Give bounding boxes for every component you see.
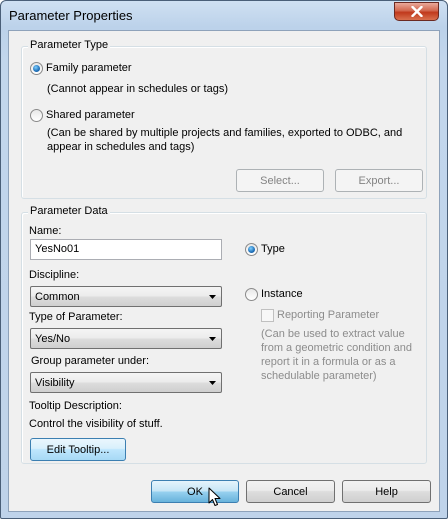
reporting-parameter-checkbox[interactable] [261,309,274,322]
family-parameter-description: (Cannot appear in schedules or tags) [47,83,228,95]
window-title: Parameter Properties [9,8,133,23]
discipline-label: Discipline: [29,269,80,281]
dialog-client-area: Parameter Type Family parameter (Cannot … [8,30,440,512]
title-bar[interactable]: Parameter Properties [1,1,447,30]
shared-parameter-description-line1: (Can be shared by multiple projects and … [47,127,403,139]
ok-button[interactable]: OK [151,480,239,503]
chevron-down-icon [209,337,216,341]
help-button-label: Help [375,485,398,498]
parameter-properties-dialog: Parameter Properties Parameter Type Fami… [0,0,448,519]
group-parameter-under-label: Group parameter under: [31,355,150,367]
shared-parameter-description-line2: appear in schedules and tags) [47,141,195,153]
parameter-data-group-label: Parameter Data [28,205,110,217]
reporting-parameter-description-line3: report it in a formula or as a [261,356,396,368]
reporting-parameter-label[interactable]: Reporting Parameter [277,309,379,321]
reporting-parameter-description-line2: from a geometric condition and [261,342,413,354]
cancel-button[interactable]: Cancel [246,480,335,503]
name-input-value: YesNo01 [35,243,80,255]
select-button-label: Select... [260,174,300,187]
chevron-down-icon [209,295,216,299]
type-of-parameter-value: Yes/No [35,333,71,345]
cancel-button-label: Cancel [273,485,308,498]
group-parameter-under-value: Visibility [35,377,75,389]
mouse-pointer-icon [208,487,221,506]
group-parameter-under-dropdown[interactable]: Visibility [30,372,222,393]
shared-parameter-label[interactable]: Shared parameter [46,109,135,121]
discipline-value: Common [35,291,80,303]
export-button[interactable]: Export... [335,169,423,192]
instance-radio[interactable] [245,288,258,301]
select-button[interactable]: Select... [236,169,324,192]
instance-radio-label[interactable]: Instance [261,288,303,300]
type-of-parameter-dropdown[interactable]: Yes/No [30,328,222,349]
family-parameter-radio[interactable] [30,62,43,75]
reporting-parameter-description-line1: (Can be used to extract value [261,328,405,340]
name-input[interactable]: YesNo01 [30,239,222,260]
name-label: Name: [29,225,62,237]
type-radio[interactable] [245,243,258,256]
close-button[interactable] [394,2,439,21]
discipline-dropdown[interactable]: Common [30,286,222,307]
parameter-type-group-label: Parameter Type [28,39,111,51]
ok-button-label: OK [187,485,203,498]
family-parameter-label[interactable]: Family parameter [46,62,132,74]
edit-tooltip-button-label: Edit Tooltip... [46,443,110,456]
tooltip-description-label: Tooltip Description: [29,400,122,412]
type-of-parameter-label: Type of Parameter: [29,311,123,323]
edit-tooltip-button[interactable]: Edit Tooltip... [30,438,126,461]
help-button[interactable]: Help [342,480,431,503]
reporting-parameter-description-line4: schedulable parameter) [261,370,377,382]
export-button-label: Export... [358,174,400,187]
type-radio-label[interactable]: Type [261,243,285,255]
close-icon [410,6,423,17]
chevron-down-icon [209,381,216,385]
tooltip-description-value: Control the visibility of stuff. [29,418,163,430]
shared-parameter-radio[interactable] [30,109,43,122]
